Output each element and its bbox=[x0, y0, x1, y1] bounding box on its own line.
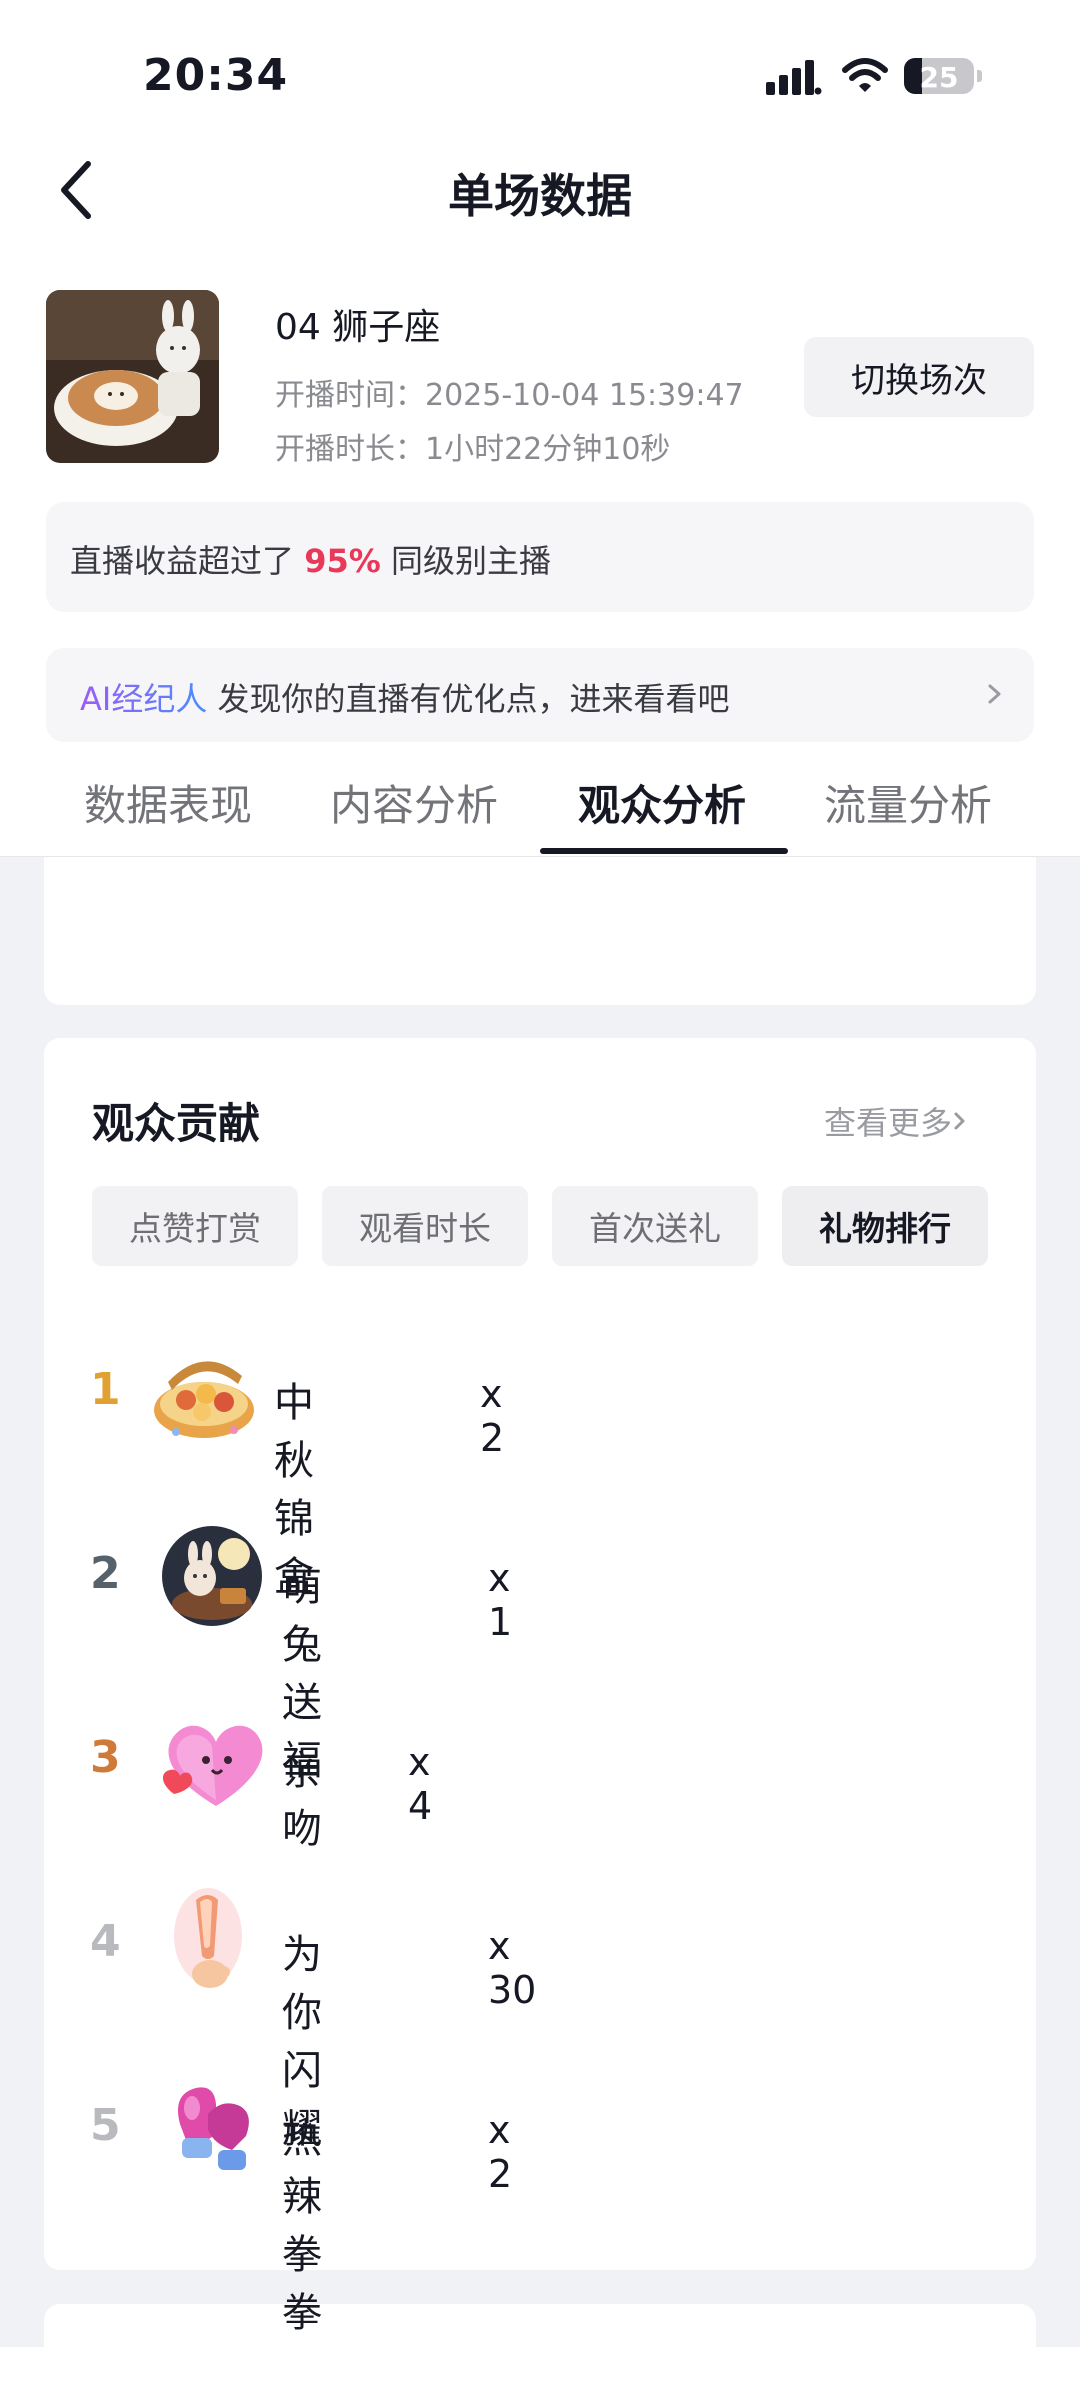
gift-name: 热辣拳拳 bbox=[282, 2116, 322, 2336]
tab-content-analysis[interactable]: 内容分析 bbox=[330, 772, 498, 833]
income-percent: 95% bbox=[304, 542, 381, 580]
gift-rank: 4 bbox=[90, 1916, 121, 1967]
see-more-link[interactable]: 查看更多 bbox=[824, 1098, 968, 1144]
income-rank-banner: 直播收益超过了 95% 同级别主播 bbox=[46, 502, 1034, 612]
battery-icon: 25 bbox=[904, 58, 982, 94]
ai-agent-label: AI经纪人 bbox=[80, 680, 208, 718]
chevron-right-icon bbox=[954, 1112, 965, 1130]
chip-gift-ranking[interactable]: 礼物排行 bbox=[782, 1186, 988, 1266]
gift-count: x 4 bbox=[408, 1740, 433, 1828]
gift-rank: 2 bbox=[90, 1548, 121, 1599]
gift-name: 亲吻 bbox=[282, 1748, 322, 1852]
chip-first-gift[interactable]: 首次送礼 bbox=[552, 1186, 758, 1266]
mooncake-box-icon bbox=[154, 1361, 254, 1438]
gift-count: x 30 bbox=[488, 1924, 537, 2012]
session-cover-image bbox=[46, 290, 219, 463]
session-duration: 开播时长：1小时22分钟10秒 bbox=[275, 432, 671, 467]
chip-watch-time[interactable]: 观看时长 bbox=[322, 1186, 528, 1266]
gift-count: x 2 bbox=[480, 1372, 505, 1460]
previous-card bbox=[44, 857, 1036, 1005]
switch-session-button[interactable]: 切换场次 bbox=[804, 337, 1034, 417]
tab-traffic-analysis[interactable]: 流量分析 bbox=[824, 772, 992, 833]
active-tab-indicator bbox=[540, 848, 788, 854]
tab-data-performance[interactable]: 数据表现 bbox=[84, 772, 252, 833]
moon-rabbit-icon bbox=[162, 1526, 262, 1626]
gift-count: x 1 bbox=[488, 1556, 513, 1644]
analysis-tabs: 数据表现 内容分析 观众分析 流量分析 bbox=[0, 760, 1080, 857]
wifi-icon bbox=[842, 58, 888, 92]
see-more-label: 查看更多 bbox=[824, 1104, 953, 1142]
income-banner-prefix: 直播收益超过了 bbox=[70, 542, 295, 580]
chevron-right-icon bbox=[988, 684, 1001, 704]
gift-rank: 5 bbox=[90, 2100, 121, 2151]
battery-level: 25 bbox=[919, 61, 959, 94]
glow-stick-icon bbox=[174, 1888, 242, 1988]
page-title: 单场数据 bbox=[448, 169, 632, 223]
gift-rank: 3 bbox=[90, 1732, 121, 1783]
signal-icon bbox=[766, 60, 822, 95]
tab-audience-analysis[interactable]: 观众分析 bbox=[578, 772, 746, 833]
section-title: 观众贡献 bbox=[92, 1099, 261, 1148]
chip-likes-rewards[interactable]: 点赞打赏 bbox=[92, 1186, 298, 1266]
gift-rank: 1 bbox=[90, 1364, 121, 1415]
session-name: 04 狮子座 bbox=[275, 307, 441, 348]
session-start-time: 开播时间：2025-10-04 15:39:47 bbox=[275, 378, 744, 413]
status-time: 20:34 bbox=[143, 50, 289, 101]
pink-heart-icon bbox=[162, 1725, 263, 1806]
income-banner-suffix: 同级别主播 bbox=[390, 542, 551, 580]
next-card bbox=[44, 2304, 1036, 2384]
boxing-glove-icon bbox=[178, 2087, 249, 2170]
ai-agent-text: 发现你的直播有优化点，进来看看吧 bbox=[217, 680, 730, 718]
gift-count: x 2 bbox=[488, 2108, 513, 2196]
ai-agent-banner[interactable]: AI经纪人 发现你的直播有优化点，进来看看吧 bbox=[46, 648, 1034, 742]
